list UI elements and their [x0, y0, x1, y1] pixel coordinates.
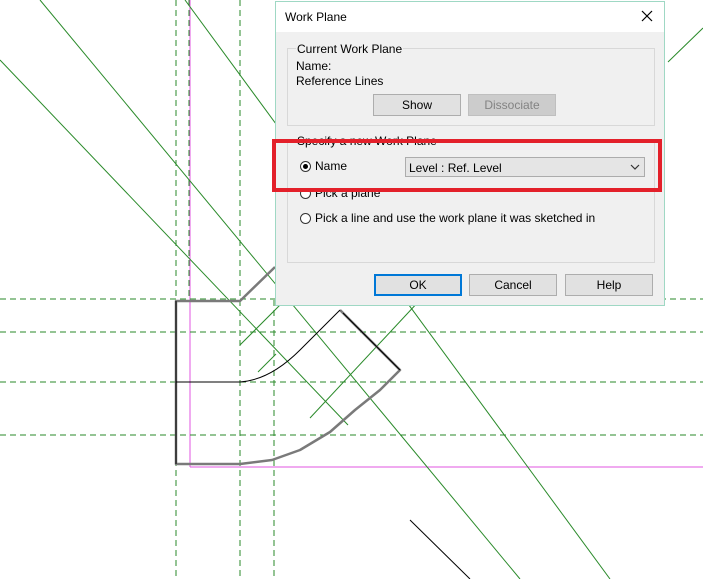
- cancel-button[interactable]: Cancel: [469, 274, 557, 296]
- option-pick-plane-label: Pick a plane: [315, 186, 381, 200]
- current-name-label: Name:: [296, 59, 332, 73]
- radio-button[interactable]: [300, 187, 311, 199]
- ok-button[interactable]: OK: [374, 274, 462, 296]
- option-name-label: Name: [315, 159, 348, 173]
- sketch-line: [342, 312, 401, 371]
- option-pick-line-radio[interactable]: Pick a line and use the work plane it wa…: [300, 211, 595, 225]
- dialog-title: Work Plane: [285, 10, 347, 24]
- radio-button[interactable]: [300, 212, 311, 224]
- work-plane-dialog: Work Plane Current Work Plane Name: Refe…: [275, 1, 665, 306]
- option-pick-plane-radio[interactable]: Pick a plane: [300, 186, 380, 200]
- sketch-line: [409, 519, 471, 579]
- option-name-radio[interactable]: Name: [300, 159, 347, 173]
- diagonal-line: [257, 353, 277, 373]
- current-work-plane-heading: Current Work Plane: [296, 42, 404, 56]
- close-button[interactable]: [636, 6, 658, 26]
- help-button[interactable]: Help: [565, 274, 653, 296]
- specify-work-plane-heading: Specify a new Work Plane: [296, 134, 438, 148]
- chevron-down-icon: [630, 164, 640, 170]
- work-plane-name-dropdown[interactable]: Level : Ref. Level: [405, 157, 645, 177]
- option-pick-line-label: Pick a line and use the work plane it wa…: [315, 211, 596, 225]
- dialog-titlebar[interactable]: Work Plane: [276, 2, 664, 32]
- diagonal-line: [309, 299, 421, 419]
- dissociate-button: Dissociate: [468, 94, 556, 116]
- diagonal-line: [667, 27, 703, 63]
- radio-button-checked[interactable]: [300, 160, 311, 172]
- close-icon: [641, 10, 653, 22]
- current-name-value: Reference Lines: [296, 74, 384, 88]
- sketch-curve: [176, 309, 341, 383]
- dropdown-arrow[interactable]: [626, 158, 644, 176]
- show-button[interactable]: Show: [373, 94, 461, 116]
- dropdown-selected-value: Level : Ref. Level: [409, 161, 502, 175]
